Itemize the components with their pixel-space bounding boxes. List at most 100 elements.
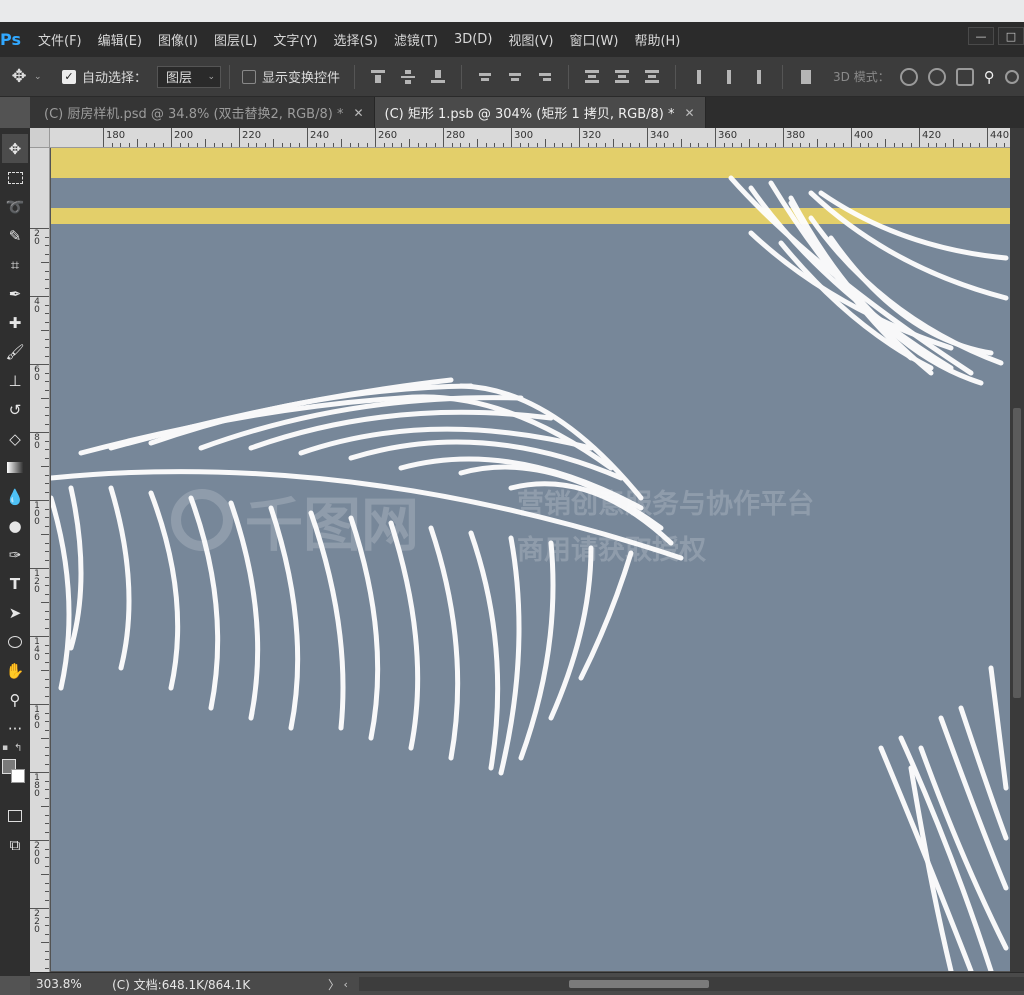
menu-item[interactable]: 图层(L) — [206, 22, 265, 57]
document-canvas[interactable]: 千图网 营销创意服务与协作平台 商用请获取授权 — [51, 148, 1010, 971]
type-tool-icon[interactable]: T — [2, 569, 28, 598]
ruler-minor-tick — [45, 542, 49, 544]
chevron-right-icon[interactable]: 〉 — [328, 976, 343, 993]
tab-kitchen-mockup[interactable]: (C) 厨房样机.psd @ 34.8% (双击替换2, RGB/8) * ✕ — [30, 97, 375, 128]
menu-item[interactable]: 文件(F) — [30, 22, 90, 57]
dodge-tool-icon[interactable]: ● — [2, 511, 28, 540]
quick-select-tool-icon[interactable]: ✎ — [2, 221, 28, 250]
ruler-minor-tick — [45, 347, 49, 348]
align-bottom-icon[interactable] — [429, 69, 447, 85]
menu-item[interactable]: 3D(D) — [446, 22, 500, 57]
ruler-minor-tick — [256, 143, 257, 147]
zoom-level[interactable]: 303.8% — [30, 977, 86, 991]
ruler-minor-tick — [392, 143, 393, 147]
vertical-ruler[interactable]: 2 0 4 0 6 0 8 0 1 0 0 1 2 0 1 4 0 1 6 0 1 8 0 2 0… — [30, 148, 50, 976]
tab-label: (C) 厨房样机.psd @ 34.8% (双击替换2, RGB/8) * — [44, 107, 344, 122]
move-tool-icon[interactable]: ✥ — [4, 57, 34, 97]
ruler-minor-tick — [757, 143, 759, 147]
show-transform-checkbox[interactable] — [242, 69, 257, 84]
vertical-scroll-thumb[interactable] — [1013, 408, 1021, 698]
ruler-minor-tick — [45, 381, 49, 382]
align-left-icon[interactable] — [476, 69, 494, 85]
horizontal-scrollbar[interactable] — [358, 977, 1024, 991]
ruler-minor-tick — [460, 143, 461, 147]
scroll-left-icon[interactable]: ‹ — [343, 978, 358, 991]
menu-item[interactable]: 视图(V) — [500, 22, 561, 57]
distribute-vcenter-icon[interactable] — [613, 69, 631, 85]
close-icon[interactable]: ✕ — [353, 106, 363, 120]
history-brush-icon[interactable]: ↺ — [2, 395, 28, 424]
background-color[interactable] — [11, 769, 25, 783]
marquee-tool-icon[interactable] — [2, 163, 28, 192]
ruler-minor-tick — [859, 143, 861, 147]
scale-3d-icon[interactable] — [1004, 69, 1019, 84]
menu-item[interactable]: 帮助(H) — [626, 22, 688, 57]
chevron-down-icon[interactable]: ⌄ — [34, 72, 48, 82]
more-tools-icon[interactable]: ··· — [2, 714, 28, 743]
path-select-icon[interactable]: ➤ — [2, 598, 28, 627]
horizontal-scroll-thumb[interactable] — [568, 980, 709, 988]
zoom-tool-icon[interactable]: ⚲ — [2, 685, 28, 714]
menu-item[interactable]: 图像(I) — [150, 22, 206, 57]
eraser-tool-icon[interactable]: ◇ — [2, 424, 28, 453]
pan-3d-icon[interactable] — [955, 67, 974, 86]
ruler-minor-tick — [45, 619, 49, 620]
ruler-origin[interactable] — [30, 128, 50, 148]
align-right-icon[interactable] — [536, 69, 554, 85]
vertical-scrollbar[interactable] — [1010, 128, 1024, 976]
distribute-top-icon[interactable] — [583, 69, 601, 85]
pen-tool-icon[interactable]: ✑ — [2, 540, 28, 569]
distribute-left-icon[interactable] — [690, 69, 708, 85]
layer-select-dropdown[interactable]: 图层 ⌄ — [157, 65, 222, 88]
search-icon[interactable]: ⚲ — [984, 68, 995, 86]
chevron-down-icon: ⌄ — [207, 71, 216, 82]
menu-item[interactable]: 滤镜(T) — [386, 22, 446, 57]
close-icon[interactable]: ✕ — [685, 106, 695, 120]
ruler-minor-tick — [137, 139, 138, 147]
crop-tool-icon[interactable]: ⌗ — [2, 250, 28, 279]
distribute-hcenter-icon[interactable] — [720, 69, 738, 85]
ruler-minor-tick — [41, 738, 49, 739]
clone-stamp-icon[interactable]: ⊥ — [2, 366, 28, 395]
brush-tool-icon[interactable]: 🖌 — [2, 337, 28, 366]
menu-item[interactable]: 编辑(E) — [90, 22, 150, 57]
ruler-major-tick — [647, 128, 648, 147]
maximize-button[interactable]: □ — [998, 27, 1024, 45]
gradient-tool-icon[interactable] — [2, 453, 28, 482]
ruler-minor-tick — [45, 415, 49, 416]
eyedropper-tool-icon[interactable]: ✒ — [2, 279, 28, 308]
auto-align-icon[interactable] — [797, 69, 815, 85]
ruler-minor-tick — [426, 143, 427, 147]
align-vcenter-icon[interactable] — [399, 69, 417, 85]
screen-mode-icon[interactable]: ⧉ — [2, 830, 28, 859]
ruler-minor-tick — [45, 355, 49, 357]
ruler-minor-tick — [45, 950, 49, 952]
minimize-button[interactable]: — — [968, 27, 994, 45]
lasso-tool-icon[interactable]: ➰ — [2, 192, 28, 221]
ruler-label: 360 — [718, 130, 738, 141]
menu-item[interactable]: 文字(Y) — [265, 22, 325, 57]
default-colors-icon[interactable]: ▪ — [2, 743, 8, 753]
distribute-bottom-icon[interactable] — [643, 69, 661, 85]
ruler-label: 200 — [174, 130, 194, 141]
roll-3d-icon[interactable] — [927, 67, 946, 86]
distribute-right-icon[interactable] — [750, 69, 768, 85]
auto-select-checkbox[interactable]: ✓ — [62, 69, 76, 84]
menu-item[interactable]: 窗口(W) — [561, 22, 626, 57]
quick-mask-icon[interactable] — [2, 801, 28, 830]
ellipse-tool-icon[interactable] — [2, 627, 28, 656]
document-info[interactable]: (C) 文档:648.1K/864.1K — [86, 976, 328, 993]
rotate-3d-icon[interactable] — [899, 67, 918, 86]
align-hcenter-icon[interactable] — [506, 69, 524, 85]
swap-colors-icon[interactable]: ↰ — [14, 743, 22, 754]
divider — [461, 64, 463, 89]
menu-item[interactable]: 选择(S) — [325, 22, 385, 57]
app-logo[interactable]: Ps — [0, 22, 26, 57]
hand-tool-icon[interactable]: ✋ — [2, 656, 28, 685]
blur-tool-icon[interactable]: 💧 — [2, 482, 28, 511]
move-tool-icon[interactable]: ✥ — [2, 134, 28, 163]
tab-rectangle-1[interactable]: (C) 矩形 1.psb @ 304% (矩形 1 拷贝, RGB/8) * ✕ — [374, 97, 706, 128]
healing-brush-icon[interactable]: ✚ — [2, 308, 28, 337]
horizontal-ruler[interactable]: 180 200 220 240 260 280 300 320 340 360 380 400 420 4… — [50, 128, 1010, 148]
align-top-icon[interactable] — [369, 69, 387, 85]
